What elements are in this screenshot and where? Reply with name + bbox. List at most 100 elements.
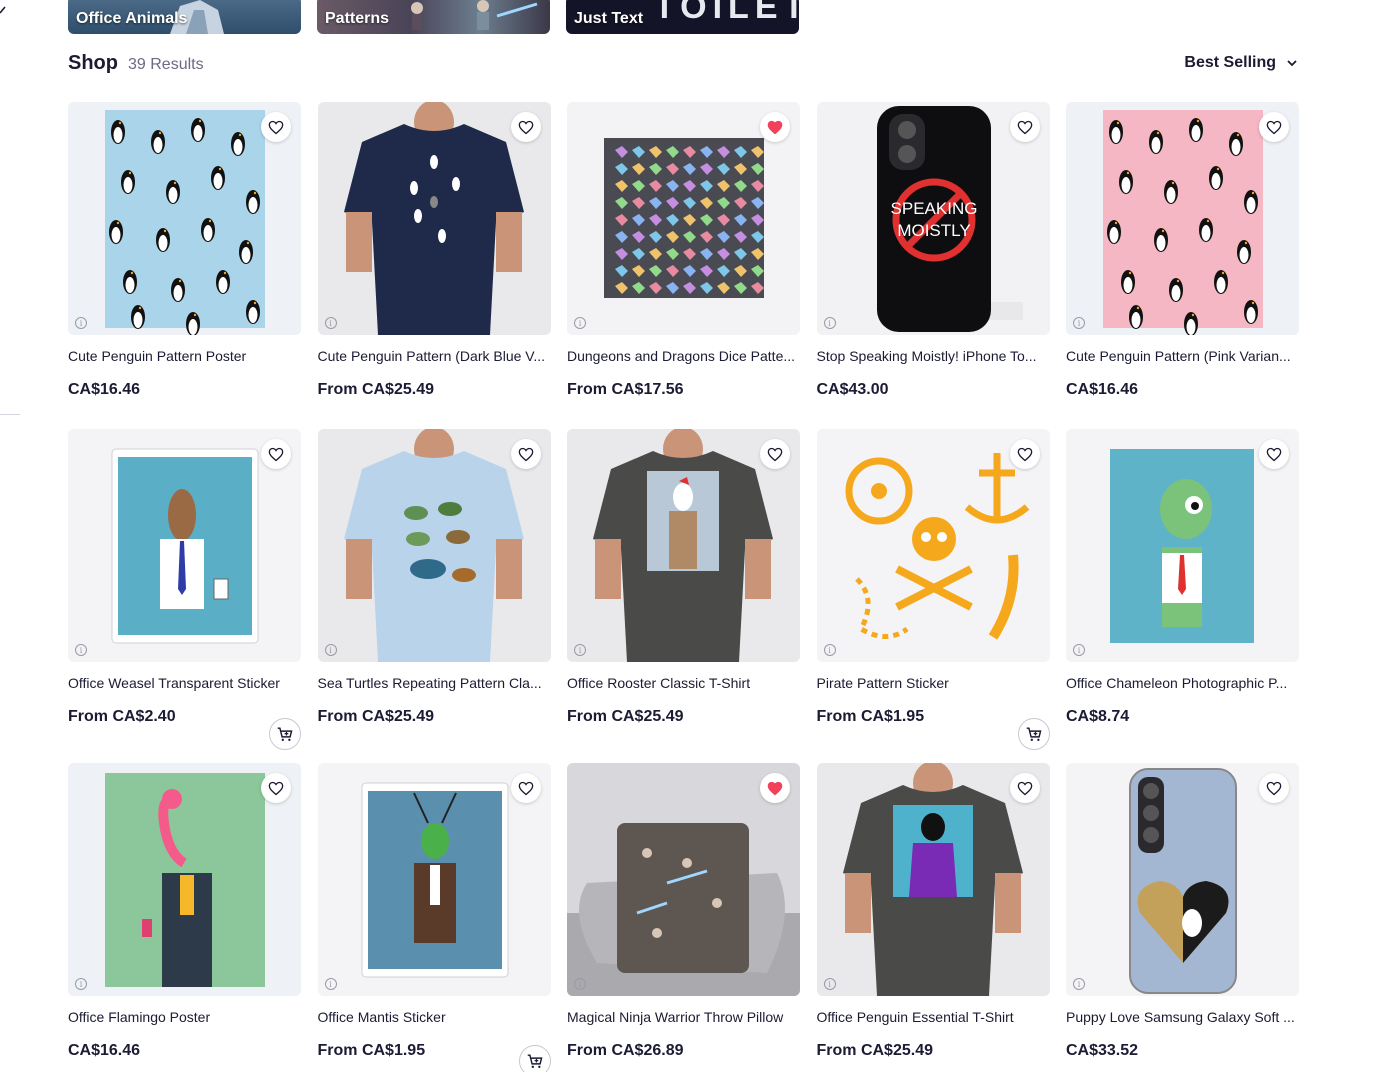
product-image[interactable]: SPEAKING MOISTLY i xyxy=(816,102,1050,335)
heart-outline-icon xyxy=(1266,120,1282,134)
product-image[interactable]: i xyxy=(68,763,301,996)
product-image[interactable]: i xyxy=(816,429,1050,662)
collection-art-text: TOILET xyxy=(654,0,799,26)
add-to-cart-button[interactable] xyxy=(518,1045,551,1072)
collection-patterns[interactable]: Patterns xyxy=(317,0,550,34)
heart-outline-icon xyxy=(518,447,533,461)
product-card[interactable]: i Cute Penguin Pattern (Dark Blue V... F… xyxy=(317,102,551,429)
product-title[interactable]: Stop Speaking Moistly! iPhone To... xyxy=(817,348,1047,364)
info-icon[interactable]: i xyxy=(1073,317,1085,329)
product-card[interactable]: i Office Weasel Transparent Sticker From… xyxy=(68,429,301,756)
product-card[interactable]: i Puppy Love Samsung Galaxy Soft ... CA$… xyxy=(1066,763,1299,1072)
info-icon[interactable]: i xyxy=(574,317,586,329)
product-grid: i Cute Penguin Pattern Poster CA$16.46 i… xyxy=(68,102,1300,1072)
collection-office-animals[interactable]: Office Animals xyxy=(68,0,301,34)
add-to-cart-button[interactable] xyxy=(1017,718,1050,750)
product-price: From CA$25.49 xyxy=(317,381,435,398)
product-card[interactable]: i Office Chameleon Photographic P... CA$… xyxy=(1066,429,1299,756)
product-image[interactable]: i xyxy=(68,429,301,662)
heart-outline-icon xyxy=(518,120,533,134)
info-icon[interactable]: i xyxy=(1073,978,1085,990)
info-icon[interactable]: i xyxy=(823,317,836,329)
info-icon[interactable]: i xyxy=(823,978,836,990)
favorite-button[interactable] xyxy=(1259,439,1289,469)
info-icon[interactable]: i xyxy=(574,644,586,656)
product-title[interactable]: Puppy Love Samsung Galaxy Soft ... xyxy=(1066,1009,1296,1025)
sort-dropdown[interactable]: Best Selling xyxy=(1184,54,1298,72)
info-icon[interactable]: i xyxy=(75,644,87,656)
product-title[interactable]: Cute Penguin Pattern (Dark Blue V... xyxy=(318,348,548,364)
product-title[interactable]: Office Weasel Transparent Sticker xyxy=(68,675,298,691)
product-card[interactable]: i Sea Turtles Repeating Pattern Cla... F… xyxy=(317,429,551,756)
product-image[interactable]: i xyxy=(567,763,800,996)
collection-art xyxy=(411,0,538,30)
info-icon[interactable]: i xyxy=(75,317,87,329)
divider xyxy=(0,414,20,415)
product-title[interactable]: Magical Ninja Warrior Throw Pillow xyxy=(567,1009,797,1025)
product-image[interactable]: i xyxy=(317,102,551,335)
info-icon[interactable]: i xyxy=(574,978,586,990)
product-card[interactable]: i Cute Penguin Pattern Poster CA$16.46 xyxy=(68,102,301,429)
info-icon[interactable]: i xyxy=(324,317,337,329)
favorite-button[interactable] xyxy=(261,112,291,142)
heart-outline-icon xyxy=(1017,120,1032,134)
product-card[interactable]: i Dungeons and Dragons Dice Patte... Fro… xyxy=(567,102,800,429)
product-title[interactable]: Office Flamingo Poster xyxy=(68,1009,298,1025)
sort-label: Best Selling xyxy=(1184,54,1276,71)
heart-outline-icon xyxy=(518,781,533,795)
collection-label: Just Text xyxy=(574,10,644,27)
product-card[interactable]: i Cute Penguin Pattern (Pink Varian... C… xyxy=(1066,102,1299,429)
back-chevron-icon[interactable] xyxy=(0,6,8,20)
favorite-button[interactable] xyxy=(1259,112,1289,142)
favorite-button[interactable] xyxy=(510,773,541,803)
product-title[interactable]: Office Mantis Sticker xyxy=(318,1009,548,1025)
product-image[interactable]: i xyxy=(68,102,301,335)
favorite-button[interactable] xyxy=(1009,773,1040,803)
product-title[interactable]: Office Rooster Classic T-Shirt xyxy=(567,675,797,691)
add-to-cart-icon xyxy=(527,1054,542,1068)
product-card[interactable]: i Pirate Pattern Sticker From CA$1.95 xyxy=(816,429,1050,756)
favorite-button[interactable] xyxy=(1009,112,1040,142)
product-card[interactable]: i Office Mantis Sticker From CA$1.95 xyxy=(317,763,551,1072)
product-title[interactable]: Office Penguin Essential T-Shirt xyxy=(817,1009,1047,1025)
product-card[interactable]: SPEAKING MOISTLY i Stop Speaking Moistly… xyxy=(816,102,1050,429)
favorite-button[interactable] xyxy=(510,112,541,142)
product-image[interactable]: i xyxy=(317,429,551,662)
add-to-cart-button[interactable] xyxy=(269,718,301,750)
product-card[interactable]: i Office Penguin Essential T-Shirt From … xyxy=(816,763,1050,1072)
info-icon[interactable]: i xyxy=(75,978,87,990)
product-title[interactable]: Office Chameleon Photographic P... xyxy=(1066,675,1296,691)
favorite-button[interactable] xyxy=(1259,773,1289,803)
shop-title: Shop xyxy=(68,52,118,74)
product-card[interactable]: i Office Rooster Classic T-Shirt From CA… xyxy=(567,429,800,756)
info-icon[interactable]: i xyxy=(1073,644,1085,656)
heart-filled-icon xyxy=(767,781,783,795)
product-image[interactable]: i xyxy=(567,429,800,662)
favorite-button[interactable] xyxy=(510,439,541,469)
product-title[interactable]: Pirate Pattern Sticker xyxy=(817,675,1047,691)
product-title[interactable]: Cute Penguin Pattern (Pink Varian... xyxy=(1066,348,1296,364)
product-title[interactable]: Cute Penguin Pattern Poster xyxy=(68,348,298,364)
info-icon[interactable]: i xyxy=(823,644,836,656)
favorite-button[interactable] xyxy=(760,773,790,803)
favorite-button[interactable] xyxy=(760,112,790,142)
info-icon[interactable]: i xyxy=(324,644,337,656)
info-icon[interactable]: i xyxy=(324,978,337,990)
collection-just-text[interactable]: TOILET Just Text xyxy=(566,0,799,34)
product-image[interactable]: i xyxy=(1066,102,1299,335)
product-image[interactable]: i xyxy=(816,763,1050,996)
product-price: From CA$17.56 xyxy=(567,381,684,398)
favorite-button[interactable] xyxy=(261,439,291,469)
product-title[interactable]: Dungeons and Dragons Dice Patte... xyxy=(567,348,797,364)
product-image[interactable]: i xyxy=(317,763,551,996)
favorite-button[interactable] xyxy=(261,773,291,803)
product-card[interactable]: i Magical Ninja Warrior Throw Pillow Fro… xyxy=(567,763,800,1072)
product-image[interactable]: i xyxy=(1066,429,1299,662)
product-image[interactable]: i xyxy=(1066,763,1299,996)
product-price: From CA$25.49 xyxy=(567,708,684,725)
favorite-button[interactable] xyxy=(760,439,790,469)
product-card[interactable]: i Office Flamingo Poster CA$16.46 xyxy=(68,763,301,1072)
favorite-button[interactable] xyxy=(1009,439,1040,469)
product-image[interactable]: i xyxy=(567,102,800,335)
product-title[interactable]: Sea Turtles Repeating Pattern Cla... xyxy=(318,675,548,691)
